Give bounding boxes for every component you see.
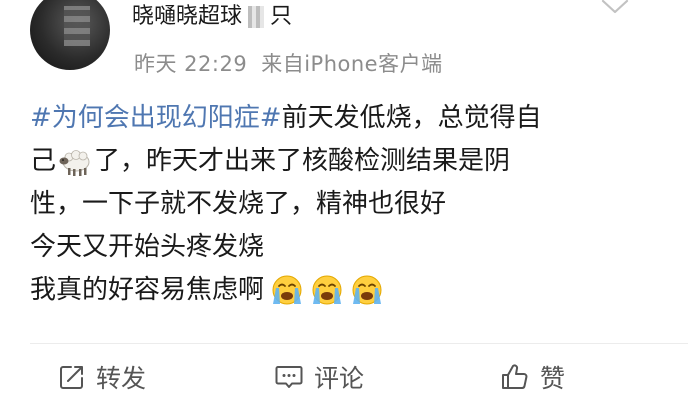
like-button[interactable]: 赞 xyxy=(500,355,565,399)
loudly-crying-face-emoji xyxy=(312,275,342,304)
hashtag-link[interactable]: #为何会出现幻阳症# xyxy=(30,103,282,133)
post-source[interactable]: 来自iPhone客户端 xyxy=(261,52,442,76)
username-part: 晓嗵晓超球 xyxy=(132,4,243,28)
post-line-5: 我真的好容易焦虑啊 xyxy=(30,269,650,312)
post-body: #为何会出现幻阳症#前天发低烧，总觉得自 己 了，昨天才出来了核酸检测结果是阴 … xyxy=(30,97,650,312)
like-label: 赞 xyxy=(540,364,566,393)
post-line-4: 今天又开始头疼发烧 xyxy=(30,232,265,262)
post-line-1: #为何会出现幻阳症#前天发低烧，总觉得自 xyxy=(30,97,650,140)
username-mosaic xyxy=(248,6,265,28)
action-bar: 转发 评论 赞 xyxy=(0,355,688,399)
repost-button[interactable]: 转发 xyxy=(58,355,146,399)
loudly-crying-face-emoji xyxy=(272,275,302,304)
post-text: 我真的好容易焦虑啊 xyxy=(30,275,265,305)
post-text: 前天发低烧，总觉得自 xyxy=(281,103,542,133)
post-line-3: 性，一下子就不发烧了，精神也很好 xyxy=(30,189,447,219)
post-text: 了，昨天才出来了核酸检测结果是阴 xyxy=(94,146,511,176)
chevron-down-icon[interactable] xyxy=(600,0,630,18)
username[interactable]: 晓嗵晓超球 只 xyxy=(132,0,292,28)
comment-label: 评论 xyxy=(314,364,365,393)
repost-icon xyxy=(60,366,83,389)
post-line-2: 己 了，昨天才出来了核酸检测结果是阴 xyxy=(30,140,650,183)
avatar[interactable] xyxy=(30,0,110,70)
post-text: 己 xyxy=(30,146,57,176)
thumbs-up-icon xyxy=(502,364,528,389)
comment-icon xyxy=(275,366,303,388)
post-meta: 昨天 22:29 来自iPhone客户端 xyxy=(134,48,443,78)
sheep-emoji xyxy=(59,149,90,176)
comment-button[interactable]: 评论 xyxy=(274,355,364,399)
username-part: 只 xyxy=(270,4,293,28)
weibo-post-card: 晓嗵晓超球 只 昨天 22:29 来自iPhone客户端 #为何会出现幻阳症#前天发… xyxy=(0,0,688,412)
avatar-mosaic xyxy=(64,6,90,46)
repost-label: 转发 xyxy=(96,364,147,393)
action-divider xyxy=(30,343,688,344)
post-timestamp: 昨天 22:29 xyxy=(134,52,248,76)
loudly-crying-face-emoji xyxy=(352,275,382,304)
